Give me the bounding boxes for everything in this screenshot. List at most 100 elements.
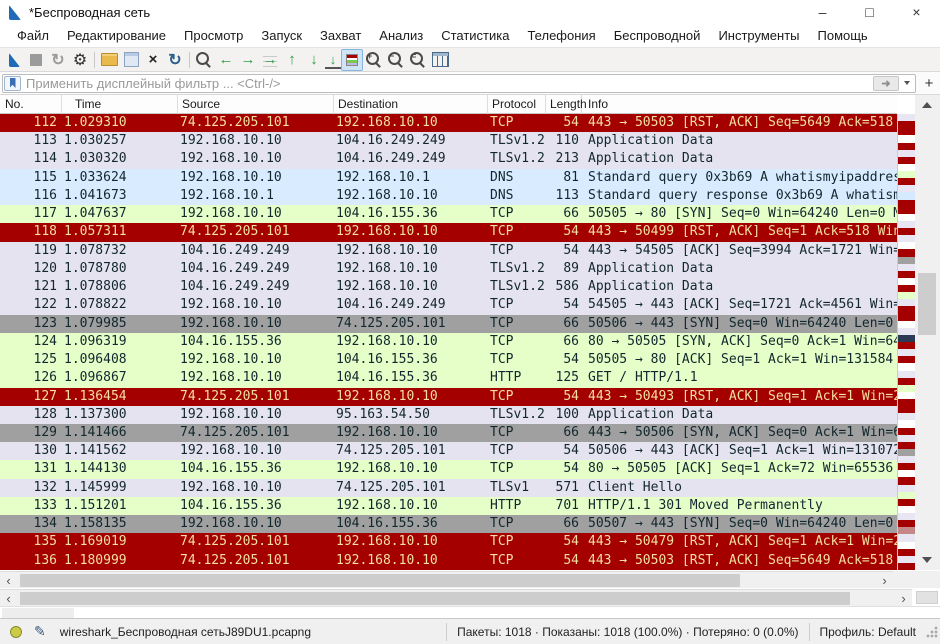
packet-row[interactable]: 1181.05731174.125.205.101192.168.10.10TC… [0, 223, 897, 241]
add-filter-button[interactable]: + [920, 74, 938, 92]
scroll-right-icon[interactable]: › [876, 572, 893, 589]
menu-view[interactable]: Просмотр [175, 25, 252, 46]
zoom-in-icon[interactable]: + [363, 49, 385, 71]
menu-telephony[interactable]: Телефония [518, 25, 604, 46]
expert-info-icon[interactable] [10, 626, 22, 638]
packet-row[interactable]: 1201.078780104.16.249.249192.168.10.10TL… [0, 260, 897, 278]
maximize-button[interactable]: □ [846, 0, 893, 24]
packet-cell-src: 104.16.249.249 [178, 260, 334, 278]
packet-row[interactable]: 1321.145999192.168.10.1074.125.205.101TL… [0, 479, 897, 497]
hscrollbar-thumb[interactable] [20, 592, 850, 605]
packet-cell-dst: 192.168.10.10 [334, 497, 488, 515]
packet-row[interactable]: 1311.144130104.16.155.36192.168.10.10TCP… [0, 460, 897, 478]
packet-row[interactable]: 1191.078732104.16.249.249192.168.10.10TC… [0, 242, 897, 260]
packet-cell-time: 1.078806 [62, 278, 178, 296]
go-to-top-icon[interactable]: ↑ [281, 49, 303, 71]
packet-row[interactable]: 1281.137300192.168.10.1095.163.54.50TLSv… [0, 406, 897, 424]
packet-row[interactable]: 1361.18099974.125.205.101192.168.10.10TC… [0, 552, 897, 570]
find-packet-icon[interactable] [193, 49, 215, 71]
vertical-scrollbar[interactable] [915, 95, 940, 570]
column-header-source[interactable]: Source [178, 95, 334, 114]
go-to-packet-icon[interactable]: → [259, 49, 281, 71]
go-forward-icon[interactable]: → [237, 49, 259, 71]
secondary-hscrollbar[interactable]: ‹ › [0, 589, 912, 606]
column-header-no[interactable]: No. [0, 95, 62, 114]
menu-statistics[interactable]: Статистика [432, 25, 518, 46]
pane-splitter-grip[interactable] [916, 591, 938, 604]
packet-row[interactable]: 1331.151201104.16.155.36192.168.10.10HTT… [0, 497, 897, 515]
column-header-destination[interactable]: Destination [334, 95, 488, 114]
packet-row[interactable]: 1251.096408192.168.10.10104.16.155.36TCP… [0, 351, 897, 369]
packet-cell-time: 1.141562 [62, 442, 178, 460]
menu-go[interactable]: Запуск [252, 25, 311, 46]
packet-row[interactable]: 1271.13645474.125.205.101192.168.10.10TC… [0, 388, 897, 406]
apply-filter-icon[interactable]: ➜ [873, 76, 899, 91]
packet-row[interactable]: 1141.030320192.168.10.10104.16.249.249TL… [0, 150, 897, 168]
colorize-packets-icon[interactable] [341, 49, 363, 71]
packet-cell-dst: 104.16.155.36 [334, 205, 488, 223]
packet-row[interactable]: 1291.14146674.125.205.101192.168.10.10TC… [0, 424, 897, 442]
open-file-icon[interactable] [98, 49, 120, 71]
column-header-length[interactable]: Length [546, 95, 582, 114]
minimize-button[interactable]: – [799, 0, 846, 24]
packet-row[interactable]: 1121.02931074.125.205.101192.168.10.10TC… [0, 114, 897, 132]
packet-cell-info: GET / HTTP/1.1 [582, 369, 897, 387]
menu-tools[interactable]: Инструменты [709, 25, 808, 46]
scroll-left-icon[interactable]: ‹ [0, 590, 17, 607]
stop-capture-icon[interactable] [25, 49, 47, 71]
capture-comment-icon[interactable]: ✎ [34, 623, 46, 640]
packet-row[interactable]: 1241.096319104.16.155.36192.168.10.10TCP… [0, 333, 897, 351]
scroll-up-icon[interactable] [922, 102, 932, 108]
packet-cell-proto: TCP [488, 223, 546, 241]
zoom-out-icon[interactable]: − [385, 49, 407, 71]
packet-cell-src: 192.168.10.10 [178, 169, 334, 187]
scroll-right-icon[interactable]: › [895, 590, 912, 607]
menu-capture[interactable]: Захват [311, 25, 370, 46]
reload-file-icon[interactable]: ↻ [164, 49, 186, 71]
profile-label[interactable]: Профиль: Default [809, 623, 927, 641]
capture-options-icon[interactable]: ⚙ [69, 49, 91, 71]
close-file-icon[interactable]: × [142, 49, 164, 71]
packet-row[interactable]: 1211.078806104.16.249.249192.168.10.10TL… [0, 278, 897, 296]
menu-file[interactable]: Файл [8, 25, 58, 46]
menu-help[interactable]: Помощь [809, 25, 877, 46]
start-capture-icon[interactable] [3, 49, 25, 71]
column-header-time[interactable]: Time [62, 95, 178, 114]
go-to-bottom-icon[interactable]: ↓ [303, 49, 325, 71]
autoscroll-icon[interactable]: ↓ [325, 53, 341, 69]
column-header-protocol[interactable]: Protocol [488, 95, 546, 114]
save-file-icon[interactable] [120, 49, 142, 71]
packet-row[interactable]: 1231.079985192.168.10.1074.125.205.101TC… [0, 315, 897, 333]
vertical-scrollbar-thumb[interactable] [918, 273, 936, 335]
zoom-reset-icon[interactable]: = [407, 49, 429, 71]
scroll-left-icon[interactable]: ‹ [0, 572, 17, 589]
scroll-down-icon[interactable] [922, 557, 932, 563]
packet-row[interactable]: 1131.030257192.168.10.10104.16.249.249TL… [0, 132, 897, 150]
packet-cell-time: 1.144130 [62, 460, 178, 478]
packet-row[interactable]: 1151.033624192.168.10.10192.168.10.1DNS8… [0, 169, 897, 187]
menu-wireless[interactable]: Беспроводной [605, 25, 710, 46]
packet-cell-proto: TLSv1.2 [488, 260, 546, 278]
hscrollbar-thumb[interactable] [20, 574, 740, 587]
packet-row[interactable]: 1161.041673192.168.10.1192.168.10.10DNS1… [0, 187, 897, 205]
filter-dropdown-icon[interactable] [901, 76, 913, 91]
packet-row[interactable]: 1351.16901974.125.205.101192.168.10.10TC… [0, 533, 897, 551]
go-back-icon[interactable]: ← [215, 49, 237, 71]
resize-grip[interactable] [926, 626, 938, 638]
packet-row[interactable]: 1261.096867192.168.10.10104.16.155.36HTT… [0, 369, 897, 387]
column-header-info[interactable]: Info [582, 95, 897, 114]
resize-columns-icon[interactable] [429, 49, 451, 71]
packet-row[interactable]: 1171.047637192.168.10.10104.16.155.36TCP… [0, 205, 897, 223]
menu-analyze[interactable]: Анализ [370, 25, 432, 46]
display-filter-input[interactable] [24, 75, 873, 91]
packet-row[interactable]: 1341.158135192.168.10.10104.16.155.36TCP… [0, 515, 897, 533]
filter-bookmark-icon[interactable] [4, 76, 21, 91]
packet-row[interactable]: 1221.078822192.168.10.10104.16.249.249TC… [0, 296, 897, 314]
menu-edit[interactable]: Редактирование [58, 25, 175, 46]
restart-capture-icon[interactable]: ↻ [47, 49, 69, 71]
packet-list-hscrollbar[interactable]: ‹ › [0, 571, 893, 588]
packet-minimap[interactable] [897, 114, 915, 570]
packet-row[interactable]: 1301.141562192.168.10.1074.125.205.101TC… [0, 442, 897, 460]
close-button[interactable]: × [893, 0, 940, 24]
packet-cell-len: 125 [546, 369, 582, 387]
